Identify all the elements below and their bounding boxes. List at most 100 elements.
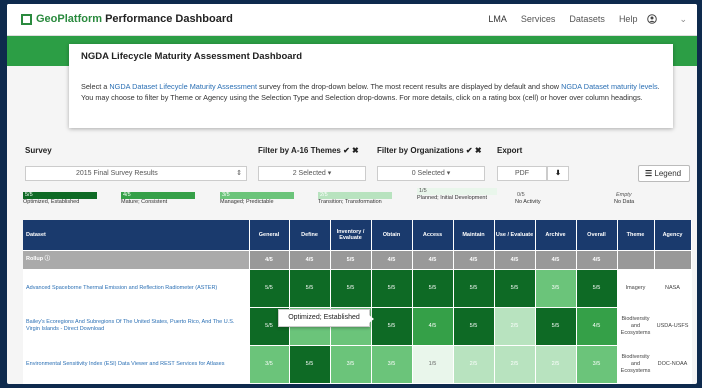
rating-cell[interactable]: 4/5 — [412, 307, 454, 346]
orgs-filter-label: Filter by Organizations ✔ ✖ — [377, 146, 482, 155]
col-header-archive[interactable]: Archive — [535, 220, 577, 251]
user-icon[interactable] — [647, 14, 658, 26]
caret-down-icon: ▾ — [327, 170, 332, 177]
rating-cell[interactable]: 4/5 — [453, 250, 495, 270]
clear-icon[interactable]: ✖ — [475, 146, 482, 155]
app-logo[interactable]: GeoPlatform Performance Dashboard — [21, 13, 233, 25]
dashboard-window: GeoPlatform Performance Dashboard LMA Se… — [7, 4, 697, 384]
maturity-table: Dataset General Define Inventory / Evalu… — [23, 220, 692, 384]
rating-cell[interactable]: 5/5 — [576, 269, 618, 308]
rating-cell[interactable]: 4/5 — [412, 250, 454, 270]
legend-item-4: 4/5 Mature; Consistent — [121, 192, 195, 214]
rating-cell[interactable]: 2/5 — [535, 345, 577, 384]
select-arrows-icon: ⇕ — [236, 170, 242, 177]
agency-cell: NASA — [654, 269, 692, 308]
app-title: GeoPlatform Performance Dashboard — [36, 13, 233, 25]
nav-item-lma[interactable]: LMA — [488, 14, 507, 26]
dataset-link[interactable]: Bailey's Ecoregions And Subregions Of Th… — [23, 307, 250, 346]
clear-icon[interactable]: ✖ — [352, 146, 359, 155]
download-icon[interactable]: ⬇ — [547, 166, 569, 181]
agency-cell: DOC-NOAA — [654, 345, 692, 384]
caret-down-icon: ▾ — [446, 170, 451, 177]
intro-text: Select a NGDA Dataset Lifecycle Maturity… — [81, 82, 660, 102]
maturity-levels-link[interactable]: NGDA Dataset maturity levels — [561, 82, 658, 91]
dataset-link[interactable]: Advanced Spaceborne Thermal Emission and… — [23, 269, 250, 308]
table-header-row: Dataset General Define Inventory / Evalu… — [23, 220, 692, 251]
rating-cell[interactable]: 5/5 — [330, 269, 372, 308]
col-header-agency[interactable]: Agency — [654, 220, 692, 251]
empty-cell — [617, 250, 655, 270]
legend-item-3: 3/5 Managed; Predictable — [220, 192, 294, 214]
rating-cell[interactable]: 5/5 — [289, 345, 331, 384]
rating-cell[interactable]: 4/5 — [494, 250, 536, 270]
rating-cell[interactable]: 2/5 — [494, 345, 536, 384]
rating-cell[interactable]: 4/5 — [535, 250, 577, 270]
nav-menu: LMA Services Datasets Help ⌄ — [474, 14, 687, 26]
top-navbar: GeoPlatform Performance Dashboard LMA Se… — [7, 4, 697, 36]
check-icon[interactable]: ✔ — [466, 146, 473, 155]
col-header-general[interactable]: General — [249, 220, 290, 251]
rating-cell[interactable]: 4/5 — [576, 307, 618, 346]
rating-cell[interactable]: 3/5 — [330, 345, 372, 384]
rating-cell[interactable]: 2/5 — [494, 307, 536, 346]
rating-cell[interactable]: 5/5 — [535, 307, 577, 346]
col-header-use[interactable]: Use / Evaluate — [494, 220, 536, 251]
legend-button[interactable]: ☰ Legend — [638, 165, 690, 182]
rating-cell[interactable]: 4/5 — [371, 250, 413, 270]
col-header-maintain[interactable]: Maintain — [453, 220, 495, 251]
col-header-access[interactable]: Access — [412, 220, 454, 251]
nav-item-services[interactable]: Services — [521, 14, 556, 26]
col-header-overall[interactable]: Overall — [576, 220, 618, 251]
rating-cell[interactable]: 5/5 — [289, 269, 331, 308]
col-header-inventory[interactable]: Inventory / Evaluate — [330, 220, 372, 251]
rating-cell[interactable]: 3/5 — [535, 269, 577, 308]
legend-item-5: 5/5 Optimized, Established — [23, 192, 97, 214]
export-format-select[interactable]: PDF — [497, 166, 547, 181]
rating-cell[interactable]: 2/5 — [453, 345, 495, 384]
rating-cell[interactable]: 4/5 — [289, 250, 331, 270]
rating-cell[interactable]: 5/5 — [249, 269, 290, 308]
page-title: NGDA Lifecycle Maturity Assessment Dashb… — [81, 51, 303, 62]
table-row: Environmental Sensitivity Index (ESI) Da… — [23, 345, 692, 384]
rating-cell[interactable]: 5/5 — [371, 269, 413, 308]
orgs-filter-select[interactable]: 0 Selected ▾ — [377, 166, 485, 181]
dataset-link[interactable]: Environmental Sensitivity Index (ESI) Da… — [23, 345, 250, 384]
rating-cell[interactable]: 4/5 — [576, 250, 618, 270]
rating-cell[interactable]: 5/5 — [330, 250, 372, 270]
theme-cell: Biodiversity and Ecosystems — [617, 345, 655, 384]
logo-square-icon — [21, 13, 32, 25]
export-label: Export — [497, 146, 523, 155]
legend-item-1: 1/5 Planned; Initial Development — [417, 188, 497, 210]
rating-cell[interactable]: 1/5 — [412, 345, 454, 384]
lma-survey-link[interactable]: NGDA Dataset Lifecycle Maturity Assessme… — [109, 82, 257, 91]
rollup-row: Rollup ⓘ 4/5 4/5 5/5 4/5 4/5 4/5 4/5 4/5… — [23, 250, 692, 270]
info-icon[interactable]: ⓘ — [45, 256, 51, 262]
rating-cell[interactable]: 3/5 — [249, 345, 290, 384]
col-header-dataset[interactable]: Dataset — [23, 220, 250, 251]
rating-cell[interactable]: 3/5 — [576, 345, 618, 384]
nav-item-datasets[interactable]: Datasets — [569, 14, 605, 26]
rating-cell[interactable]: 5/5 — [371, 307, 413, 346]
legend-item-0: 0/5 No Activity — [515, 192, 541, 205]
rating-cell[interactable]: 5/5 — [412, 269, 454, 308]
col-header-define[interactable]: Define — [289, 220, 331, 251]
rating-cell[interactable]: 4/5 — [249, 250, 290, 270]
themes-filter-select[interactable]: 2 Selected ▾ — [258, 166, 366, 181]
check-icon[interactable]: ✔ — [343, 146, 350, 155]
survey-label: Survey — [25, 146, 52, 155]
theme-cell: Imagery — [617, 269, 655, 308]
empty-cell — [654, 250, 692, 270]
intro-panel: NGDA Lifecycle Maturity Assessment Dashb… — [69, 44, 673, 128]
survey-select[interactable]: 2015 Final Survey Results ⇕ — [25, 166, 247, 181]
user-menu-caret[interactable]: ⌄ — [679, 14, 687, 26]
col-header-theme[interactable]: Theme — [617, 220, 655, 251]
rating-cell[interactable]: 5/5 — [494, 269, 536, 308]
rating-cell[interactable]: 3/5 — [371, 345, 413, 384]
rating-cell[interactable]: 5/5 — [453, 269, 495, 308]
rollup-label: Rollup ⓘ — [23, 250, 250, 270]
list-icon: ☰ — [645, 169, 653, 178]
rating-cell[interactable]: 5/5 — [453, 307, 495, 346]
nav-item-help[interactable]: Help — [619, 14, 638, 26]
col-header-obtain[interactable]: Obtain — [371, 220, 413, 251]
table-row: Advanced Spaceborne Thermal Emission and… — [23, 269, 692, 308]
